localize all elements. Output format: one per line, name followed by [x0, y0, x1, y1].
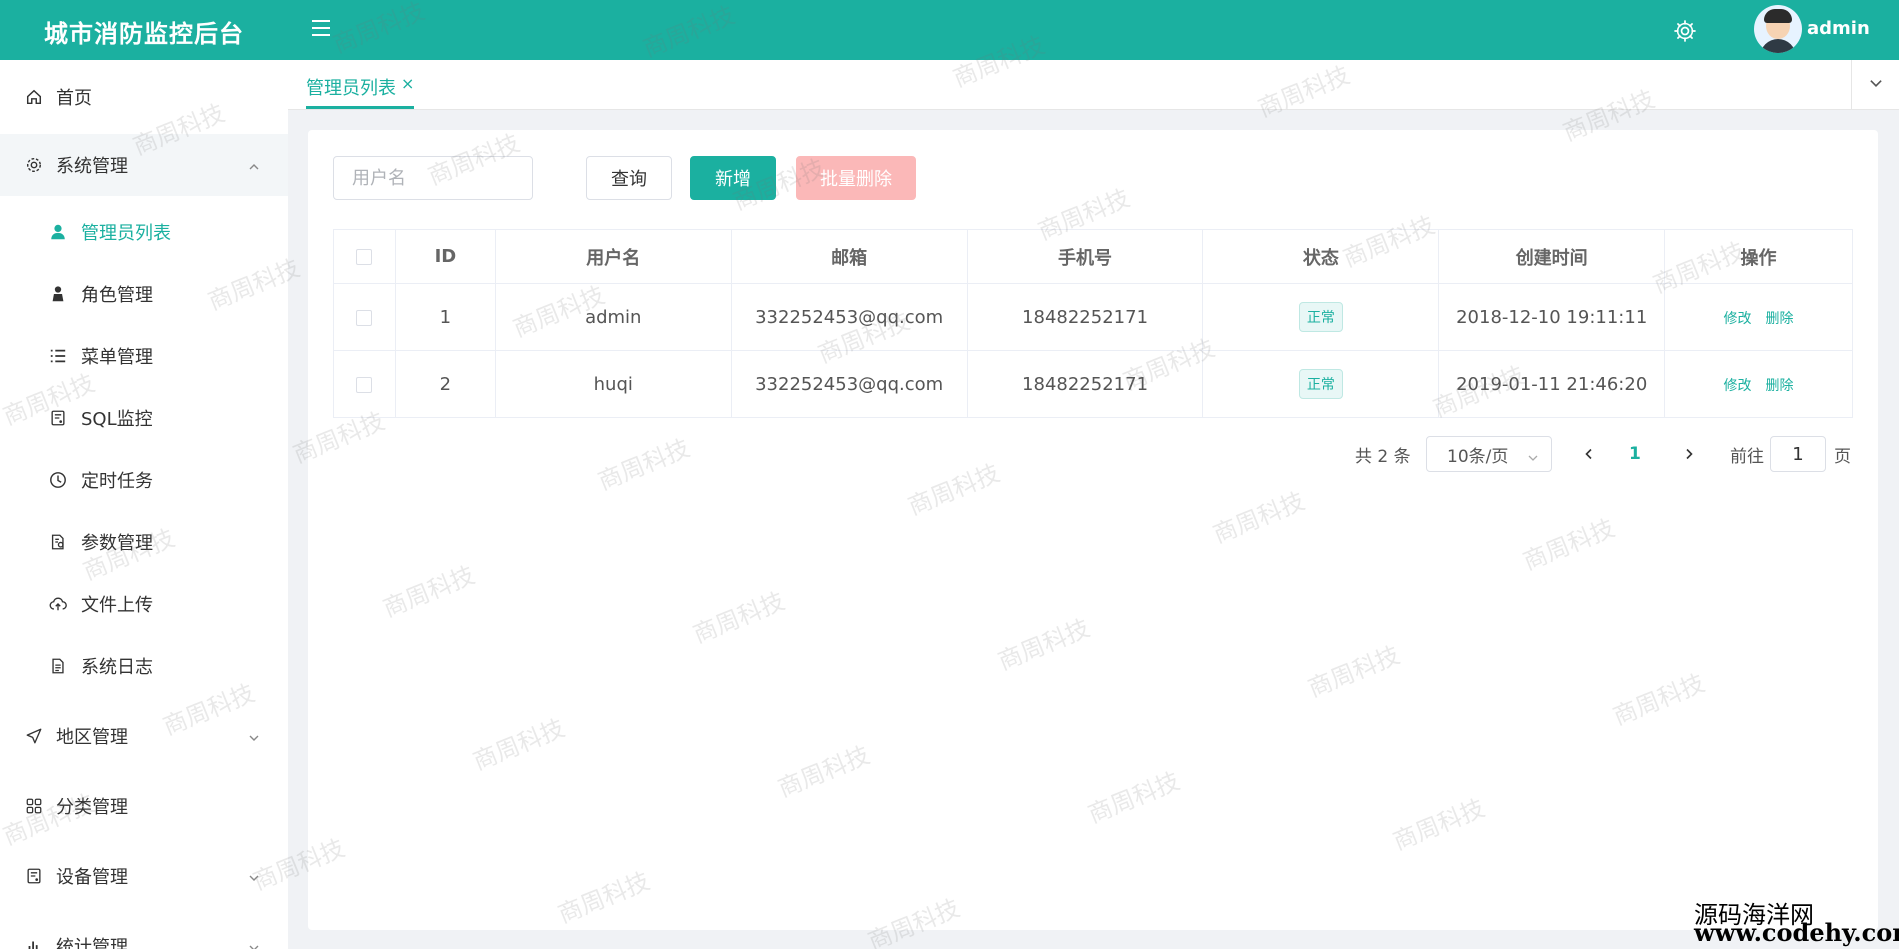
- table-row: 2 huqi 332252453@qq.com 18482252171 正常 2…: [333, 350, 1853, 418]
- tab-active-indicator: [306, 106, 414, 109]
- chevron-down-icon: [247, 869, 261, 883]
- cell-email: 332252453@qq.com: [730, 283, 968, 351]
- sidebar-item-admin-list[interactable]: 管理员列表: [0, 202, 288, 262]
- column-header: 用户名: [494, 229, 732, 284]
- settings-doc-icon: [48, 532, 68, 552]
- sidebar-item-categories[interactable]: 分类管理: [0, 776, 288, 836]
- table-header-row: ID 用户名 邮箱 手机号 状态 创建时间 操作: [333, 229, 1853, 284]
- cloud-upload-icon: [48, 594, 68, 614]
- column-header: 手机号: [966, 229, 1204, 284]
- sidebar-item-system-log[interactable]: 系统日志: [0, 636, 288, 696]
- sidebar-item-menus[interactable]: 菜单管理: [0, 326, 288, 386]
- chevron-down-icon: [1527, 449, 1539, 461]
- goto-label: 前往: [1730, 446, 1764, 467]
- table-row: 1 admin 332252453@qq.com 18482252171 正常 …: [333, 283, 1853, 351]
- status-badge: 正常: [1298, 302, 1343, 332]
- tab-admin-list[interactable]: 管理员列表: [306, 74, 396, 100]
- status-badge: 正常: [1298, 369, 1343, 399]
- location-icon: [24, 726, 44, 746]
- gear-icon: [24, 155, 44, 175]
- top-navbar: 城市消防监控后台 admin: [0, 0, 1899, 60]
- chevron-left-icon: [1585, 448, 1592, 460]
- sidebar: 首页 系统管理 管理员列表 角色管理 菜单管理 SQL监控 定时任务 参数管理 …: [0, 60, 288, 949]
- pagination-total: 共 2 条: [1355, 446, 1411, 467]
- user-avatar[interactable]: [1754, 5, 1802, 53]
- chevron-down-icon: [247, 729, 261, 743]
- chevron-up-icon: [247, 158, 261, 172]
- delete-link[interactable]: 删除: [1766, 378, 1794, 394]
- prev-page-button[interactable]: [1578, 436, 1600, 472]
- admin-table: ID 用户名 邮箱 手机号 状态 创建时间 操作 1 admin 3322524…: [333, 229, 1853, 418]
- cell-created: 2019-01-11 21:46:20: [1438, 350, 1666, 418]
- sidebar-item-parameters[interactable]: 参数管理: [0, 512, 288, 572]
- cell-created: 2018-12-10 19:11:11: [1438, 283, 1666, 351]
- goto-page-input[interactable]: [1770, 436, 1826, 472]
- database-icon: [48, 408, 68, 428]
- cell-username: admin: [494, 283, 732, 351]
- sidebar-item-devices[interactable]: 设备管理: [0, 846, 288, 906]
- add-button[interactable]: 新增: [690, 156, 776, 200]
- batch-delete-button[interactable]: 批量删除: [796, 156, 916, 200]
- main-card: 查询 新增 批量删除 ID 用户名 邮箱 手机号 状态 创建时间 操作 1 ad…: [308, 130, 1878, 930]
- sidebar-item-roles[interactable]: 角色管理: [0, 264, 288, 324]
- sidebar-item-home[interactable]: 首页: [0, 67, 288, 127]
- sidebar-item-system[interactable]: 系统管理: [0, 134, 288, 196]
- select-all-cell: [333, 229, 396, 284]
- home-icon: [24, 87, 44, 107]
- delete-link[interactable]: 删除: [1766, 311, 1794, 327]
- cell-email: 332252453@qq.com: [730, 350, 968, 418]
- sidebar-item-sql-monitor[interactable]: SQL监控: [0, 388, 288, 448]
- device-icon: [24, 866, 44, 886]
- role-icon: [48, 284, 68, 304]
- column-header: 操作: [1664, 229, 1853, 284]
- row-checkbox[interactable]: [356, 376, 373, 393]
- edit-link[interactable]: 修改: [1724, 378, 1752, 394]
- app-title: 城市消防监控后台: [44, 20, 244, 48]
- tab-close-icon[interactable]: ×: [401, 74, 414, 93]
- edit-link[interactable]: 修改: [1724, 311, 1752, 327]
- username-search-input[interactable]: [333, 156, 533, 200]
- cell-id: 1: [394, 283, 496, 351]
- page-number-current[interactable]: 1: [1629, 436, 1641, 472]
- page-unit-label: 页: [1834, 446, 1851, 467]
- user-icon: [48, 222, 68, 242]
- query-button[interactable]: 查询: [586, 156, 672, 200]
- next-page-button[interactable]: [1678, 436, 1700, 472]
- tab-dropdown-button[interactable]: [1851, 60, 1899, 110]
- column-header: 状态: [1202, 229, 1440, 284]
- cell-id: 2: [394, 350, 496, 418]
- site-badge-url: www.codehy.com: [1694, 918, 1899, 947]
- sidebar-item-file-upload[interactable]: 文件上传: [0, 574, 288, 634]
- hamburger-menu-icon[interactable]: [312, 20, 334, 38]
- settings-gear-icon[interactable]: [1672, 18, 1698, 44]
- sidebar-item-statistics[interactable]: 统计管理: [0, 916, 288, 949]
- chevron-down-icon: [1868, 75, 1884, 95]
- row-checkbox[interactable]: [356, 309, 373, 326]
- chevron-right-icon: [1686, 448, 1693, 460]
- grid-icon: [24, 796, 44, 816]
- sidebar-item-regions[interactable]: 地区管理: [0, 706, 288, 766]
- clock-icon: [48, 470, 68, 490]
- column-header: 邮箱: [730, 229, 968, 284]
- chart-icon: [24, 936, 44, 949]
- page-size-value: 10条/页: [1447, 446, 1509, 467]
- sidebar-item-scheduled-tasks[interactable]: 定时任务: [0, 450, 288, 510]
- column-header: ID: [394, 229, 496, 284]
- document-icon: [48, 656, 68, 676]
- chevron-down-icon: [247, 939, 261, 949]
- select-all-checkbox[interactable]: [356, 249, 373, 265]
- page-size-select[interactable]: 10条/页: [1426, 436, 1552, 472]
- column-header: 创建时间: [1438, 229, 1666, 284]
- username-label[interactable]: admin: [1807, 18, 1870, 39]
- tab-bar: 管理员列表 ×: [288, 60, 1899, 110]
- cell-phone: 18482252171: [966, 350, 1204, 418]
- list-icon: [48, 346, 68, 366]
- cell-phone: 18482252171: [966, 283, 1204, 351]
- cell-username: huqi: [494, 350, 732, 418]
